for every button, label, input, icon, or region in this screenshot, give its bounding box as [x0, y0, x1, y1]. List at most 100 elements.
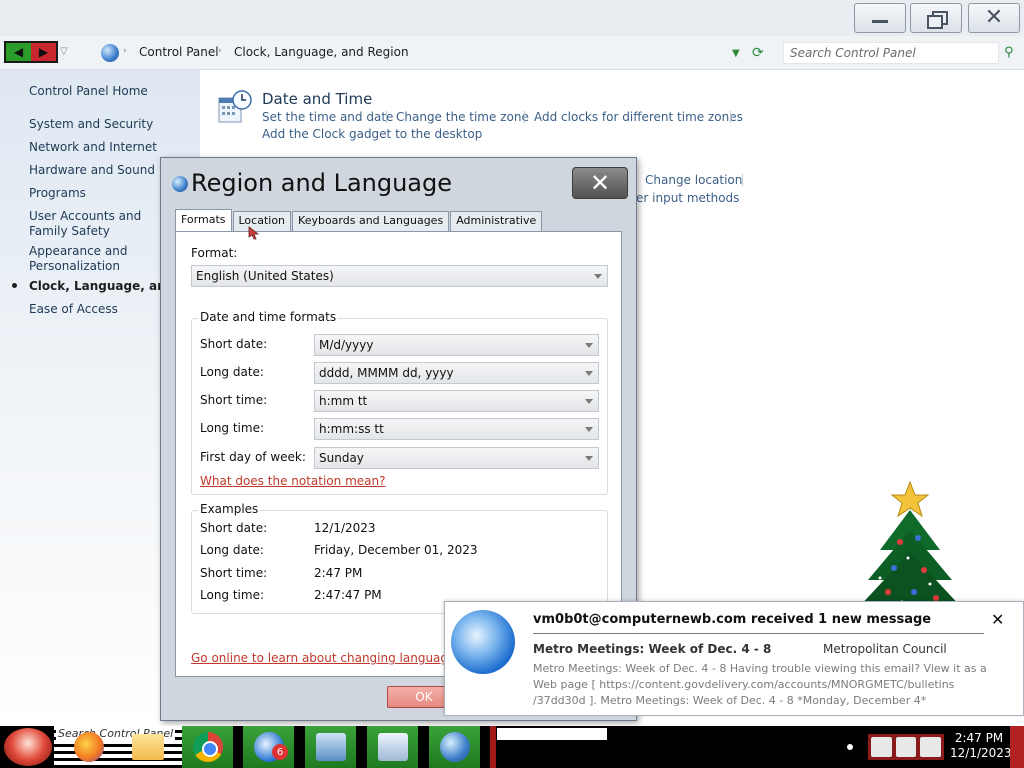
thunderbird-taskbar-button[interactable] [243, 726, 297, 768]
examples-title: Examples [198, 502, 261, 516]
link-separator [742, 174, 743, 186]
system-tray [868, 734, 944, 760]
example-long-date-label: Long date: [200, 543, 264, 557]
mouse-cursor-icon [248, 226, 260, 240]
sidebar-item-clock-language-region[interactable]: Clock, Language, and Region [29, 279, 161, 294]
tab-administrative[interactable]: Administrative [450, 211, 543, 231]
add-clock-gadget-link[interactable]: Add the Clock gadget to the desktop [262, 127, 482, 141]
control-panel-icon [101, 44, 119, 62]
chrome-taskbar-button[interactable] [182, 726, 236, 768]
dialog-close-button[interactable]: ✕ [572, 167, 628, 199]
christmas-tree-decoration [858, 480, 962, 608]
short-time-value: h:mm tt [319, 394, 368, 408]
chevron-down-icon [585, 427, 593, 432]
sidebar-item-user-accounts[interactable]: User Accounts and Family Safety [29, 209, 161, 239]
chevron-down-icon [585, 399, 593, 404]
link-separator [730, 111, 731, 123]
taskbar-clock[interactable]: 2:47 PM 12/1/2023 [950, 731, 1012, 761]
breadcrumb-clock-language-region[interactable]: Clock, Language, and Region [234, 45, 409, 59]
notification-header: vm0b0t@computernewb.com received 1 new m… [533, 612, 932, 627]
chevron-down-icon [585, 371, 593, 376]
taskbar-progress-strip [497, 728, 607, 740]
change-location-link[interactable]: Change location [645, 173, 742, 187]
notification-sender: Metropolitan Council [823, 642, 947, 656]
globe-icon [172, 176, 188, 192]
close-window-button[interactable]: ✕ [968, 3, 1020, 33]
network-icon[interactable] [895, 737, 917, 757]
region-taskbar-button[interactable] [429, 726, 483, 768]
long-time-select[interactable]: h:mm:ss tt [314, 418, 599, 440]
first-day-value: Sunday [319, 451, 364, 465]
sidebar-item-network-internet[interactable]: Network and Internet [29, 140, 199, 155]
folder-icon [132, 734, 164, 760]
mail-notification[interactable]: vm0b0t@computernewb.com received 1 new m… [444, 601, 1024, 716]
long-date-select[interactable]: dddd, MMMM dd, yyyy [314, 362, 599, 384]
chevron-down-icon [585, 343, 593, 348]
recent-pages-icon[interactable]: ▽ [60, 46, 68, 57]
long-date-value: dddd, MMMM dd, yyyy [319, 366, 454, 380]
firefox-icon [74, 732, 104, 762]
back-button[interactable]: ◀ [6, 43, 31, 61]
tab-location[interactable]: Location [232, 211, 292, 231]
tab-formats[interactable]: Formats [175, 209, 232, 231]
long-time-label: Long time: [200, 421, 265, 435]
notification-close-icon[interactable]: ✕ [991, 610, 1004, 629]
tab-keyboards-languages[interactable]: Keyboards and Languages [292, 211, 450, 231]
example-short-date-value: 12/1/2023 [314, 521, 376, 535]
close-icon: ✕ [984, 5, 1004, 30]
address-dropdown-icon[interactable]: ▼ [732, 48, 740, 59]
short-date-select[interactable]: M/d/yyyy [314, 334, 599, 356]
dialog-title: Region and Language [191, 169, 453, 197]
first-day-select[interactable]: Sunday [314, 447, 599, 469]
minimize-icon [872, 19, 888, 23]
restore-icon [927, 11, 948, 29]
short-time-label: Short time: [200, 393, 268, 407]
control-panel-icon [315, 733, 346, 761]
control-panel-home-link[interactable]: Control Panel Home [29, 84, 199, 99]
input-methods-link[interactable]: er input methods [636, 191, 739, 205]
format-select[interactable]: English (United States) [191, 265, 608, 287]
restore-button[interactable] [910, 3, 962, 33]
long-time-value: h:mm:ss tt [319, 422, 384, 436]
example-short-date-label: Short date: [200, 521, 268, 535]
minimize-button[interactable] [854, 3, 906, 33]
example-short-time-label: Short time: [200, 566, 268, 580]
set-time-date-link[interactable]: Set the time and date [262, 110, 393, 124]
calendar-taskbar-button[interactable] [367, 726, 421, 768]
start-button-icon[interactable] [4, 728, 52, 766]
globe-icon [439, 732, 470, 762]
breadcrumb-control-panel[interactable]: Control Panel [139, 45, 219, 59]
volume-icon[interactable] [920, 737, 942, 757]
long-date-label: Long date: [200, 365, 264, 379]
short-date-value: M/d/yyyy [319, 338, 374, 352]
search-icon[interactable]: ⚲ [1004, 45, 1014, 60]
sidebar-item-appearance[interactable]: Appearance and Personalization [29, 244, 129, 274]
control-panel-taskbar-button[interactable] [305, 726, 359, 768]
firefox-taskbar-button[interactable] [64, 726, 114, 768]
active-task-indicator [490, 726, 496, 768]
breadcrumb-arrow-icon[interactable]: › [123, 46, 127, 56]
clock-time: 2:47 PM [954, 731, 1004, 745]
refresh-icon[interactable]: ⟳ [752, 45, 764, 61]
first-day-label: First day of week: [200, 450, 306, 464]
example-long-time-value: 2:47:47 PM [314, 588, 382, 602]
calendar-clock-icon [377, 733, 408, 761]
date-time-title[interactable]: Date and Time [262, 90, 372, 108]
short-time-select[interactable]: h:mm tt [314, 390, 599, 412]
forward-button[interactable]: ▶ [31, 43, 56, 61]
action-center-icon[interactable] [871, 737, 892, 757]
show-desktop-button[interactable] [1010, 726, 1024, 768]
add-clocks-link[interactable]: Add clocks for different time zones [534, 110, 743, 124]
breadcrumb-arrow-icon[interactable]: › [218, 46, 222, 56]
notation-help-link[interactable]: What does the notation mean? [200, 474, 385, 488]
notification-divider [533, 633, 984, 634]
example-long-time-label: Long time: [200, 588, 265, 602]
example-short-time-value: 2:47 PM [314, 566, 363, 580]
explorer-taskbar-button[interactable] [120, 726, 176, 768]
search-input[interactable]: Search Control Panel [783, 42, 999, 64]
short-date-label: Short date: [200, 337, 268, 351]
thunderbird-icon [451, 610, 515, 674]
change-time-zone-link[interactable]: Change the time zone [396, 110, 529, 124]
sidebar-item-system-security[interactable]: System and Security [29, 117, 199, 132]
chrome-icon [192, 732, 223, 762]
